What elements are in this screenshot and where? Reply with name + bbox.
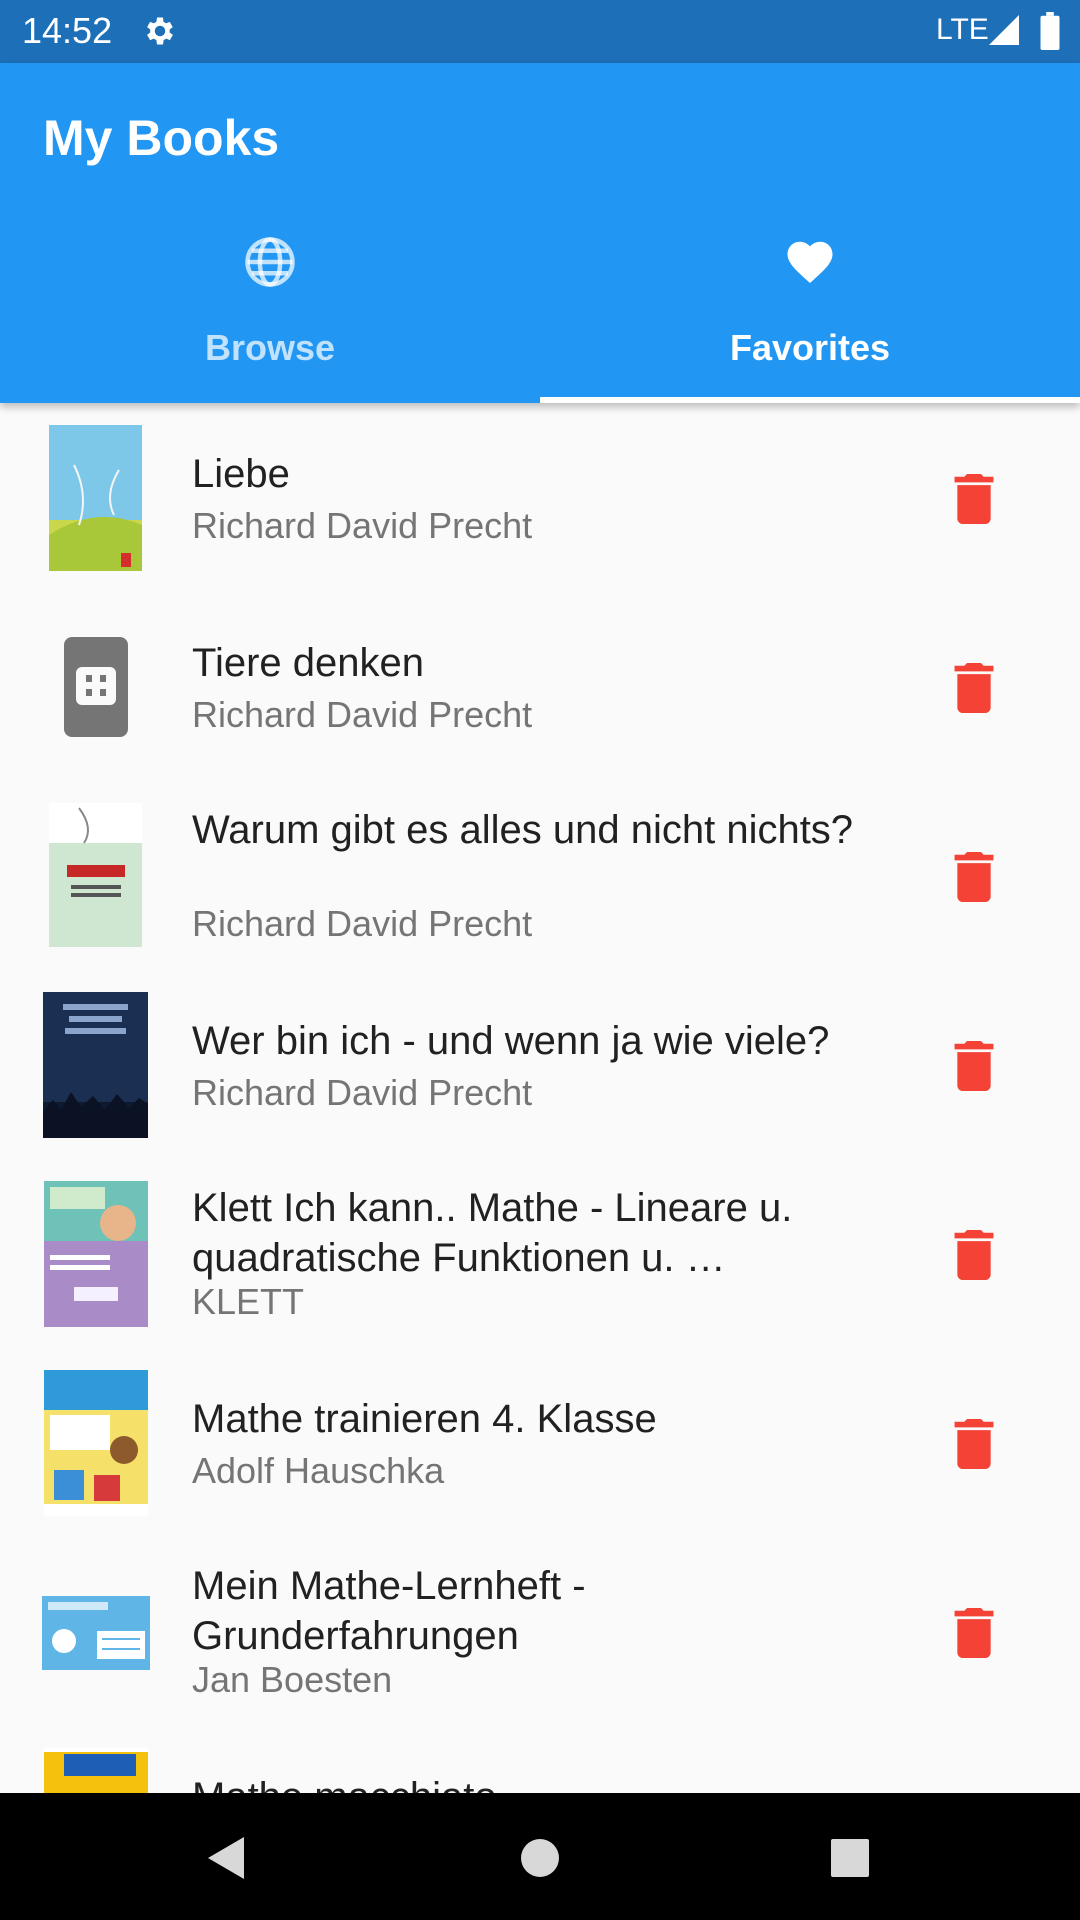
book-title: Mein Mathe-Lernheft - Grunderfahrungen — [192, 1564, 586, 1658]
navigation-bar — [0, 1793, 1080, 1920]
book-title: Tiere denken — [192, 641, 424, 685]
globe-icon — [245, 237, 295, 287]
status-bar: 14:52 LTE — [0, 0, 1080, 63]
battery-icon — [1040, 12, 1060, 50]
delete-icon[interactable] — [952, 1608, 996, 1658]
book-cover — [43, 992, 148, 1138]
book-cover — [49, 803, 142, 947]
book-author: Jan Boesten — [192, 1659, 393, 1700]
home-icon[interactable] — [520, 1838, 560, 1878]
book-author: Richard David Precht — [192, 694, 533, 735]
book-cover — [44, 1748, 148, 1793]
list-item[interactable]: Warum gibt es alles und nicht nichts? Ri… — [0, 781, 1080, 970]
recents-icon[interactable] — [830, 1838, 870, 1878]
book-author: Adolf Hauschka — [192, 1450, 445, 1491]
tab-favorites[interactable]: Favorites — [540, 235, 1080, 403]
signal-icon — [989, 15, 1019, 45]
network-type: LTE — [936, 13, 989, 46]
placeholder-icon — [64, 637, 128, 737]
book-title: Mathe macchiato — [192, 1772, 872, 1793]
status-time: 14:52 — [22, 10, 113, 51]
list-item[interactable]: Liebe Richard David Precht — [0, 403, 1080, 592]
book-author: Richard David Precht — [192, 1072, 533, 1113]
list-item[interactable]: Mathe trainieren 4. Klasse Adolf Hauschk… — [0, 1348, 1080, 1537]
heart-icon — [787, 241, 833, 284]
delete-icon[interactable] — [952, 1230, 996, 1280]
book-cover — [44, 1181, 148, 1327]
book-cover — [49, 425, 142, 571]
app-bar: My Books Browse Favorites — [0, 63, 1080, 403]
delete-icon[interactable] — [952, 852, 996, 902]
delete-icon[interactable] — [952, 663, 996, 713]
delete-icon[interactable] — [952, 1419, 996, 1469]
tab-browse-label: Browse — [204, 327, 336, 368]
list-item[interactable]: Tiere denken Richard David Precht — [0, 592, 1080, 781]
tab-indicator — [540, 397, 1080, 403]
gear-icon — [147, 17, 173, 45]
list-item[interactable]: Wer bin ich - und wenn ja wie viele? Ric… — [0, 970, 1080, 1159]
list-item[interactable]: Mathe macchiato — [0, 1726, 1080, 1793]
book-cover — [44, 1370, 148, 1516]
favorites-list[interactable]: Liebe Richard David Precht Tiere denken … — [0, 403, 1080, 1793]
book-title: Wer bin ich - und wenn ja wie viele? — [192, 1019, 830, 1063]
book-title: Klett Ich kann.. Mathe - Lineare u. quad… — [192, 1186, 793, 1280]
list-item[interactable]: Mein Mathe-Lernheft - Grunderfahrungen J… — [0, 1537, 1080, 1726]
book-author: KLETT — [192, 1281, 305, 1322]
list-item[interactable]: Klett Ich kann.. Mathe - Lineare u. quad… — [0, 1159, 1080, 1348]
book-author: Richard David Precht — [192, 505, 533, 546]
app-title: My Books — [43, 110, 280, 166]
tab-browse[interactable]: Browse — [0, 235, 540, 403]
back-icon[interactable] — [204, 1835, 246, 1881]
book-cover — [42, 1596, 150, 1670]
book-title: Warum gibt es alles und nicht nichts? — [192, 808, 854, 852]
delete-icon[interactable] — [952, 1041, 996, 1091]
book-title: Liebe — [192, 452, 290, 496]
book-title: Mathe trainieren 4. Klasse — [192, 1397, 657, 1441]
book-author: Richard David Precht — [192, 903, 533, 944]
tab-favorites-label: Favorites — [729, 327, 891, 368]
delete-icon[interactable] — [952, 474, 996, 524]
